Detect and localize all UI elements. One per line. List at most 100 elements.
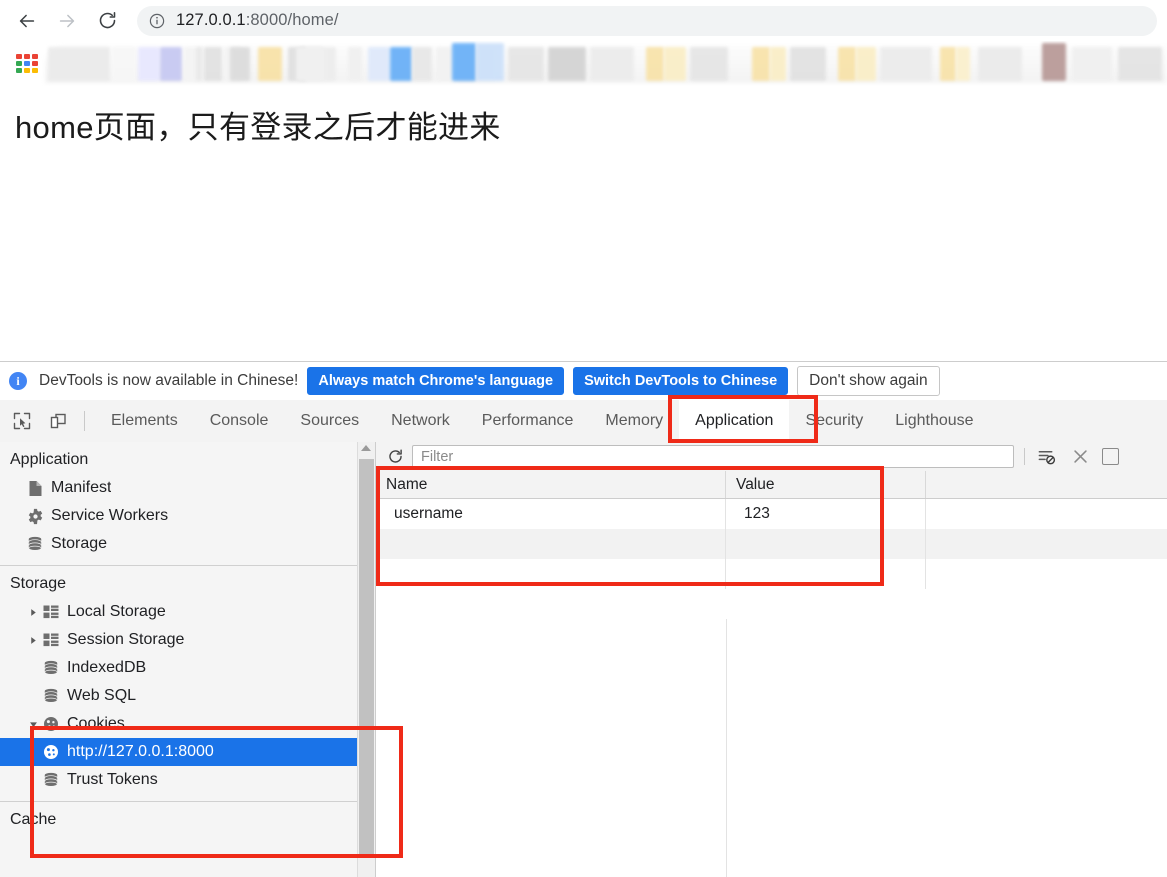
bookmark-item[interactable]: [452, 43, 476, 81]
apps-grid-icon[interactable]: [16, 54, 38, 74]
table-header-row: Name Value: [376, 471, 1167, 499]
table-row[interactable]: [376, 529, 1167, 559]
bookmark-item[interactable]: [508, 47, 544, 81]
bookmark-item[interactable]: [590, 47, 634, 81]
scroll-up-arrow-icon[interactable]: [361, 445, 371, 451]
bookmark-item[interactable]: [390, 47, 412, 81]
bookmark-item[interactable]: [690, 47, 728, 81]
sidebar-item-session-storage[interactable]: Session Storage: [0, 626, 375, 654]
bookmark-item[interactable]: [664, 47, 686, 81]
bookmark-item[interactable]: [1072, 47, 1112, 81]
close-x-icon[interactable]: [1068, 445, 1092, 469]
bookmark-item[interactable]: [48, 47, 110, 81]
inspect-element-icon[interactable]: [8, 407, 36, 435]
toggle-device-toolbar-icon[interactable]: [44, 407, 72, 435]
column-header-name[interactable]: Name: [376, 471, 726, 498]
sidebar-item-cookies[interactable]: Cookies: [0, 710, 375, 738]
bookmark-item[interactable]: [196, 47, 202, 81]
bookmark-item[interactable]: [838, 47, 856, 81]
bookmark-item[interactable]: [770, 47, 786, 81]
address-bar[interactable]: 127.0.0.1:8000/home/: [137, 5, 1157, 36]
bookmark-item[interactable]: [368, 47, 390, 81]
cell-value[interactable]: 123: [726, 499, 926, 529]
info-circle-icon[interactable]: [149, 13, 165, 29]
tab-performance[interactable]: Performance: [466, 400, 590, 442]
bookmark-item[interactable]: [646, 47, 664, 81]
sidebar-item-service-workers[interactable]: Service Workers: [0, 502, 375, 530]
cell-value[interactable]: [726, 529, 926, 559]
tab-memory[interactable]: Memory: [589, 400, 679, 442]
bookmark-item[interactable]: [956, 47, 970, 81]
bookmark-item[interactable]: [790, 47, 826, 81]
clear-filter-icon[interactable]: [1034, 445, 1058, 469]
sidebar-item-web-sql[interactable]: Web SQL: [0, 682, 375, 710]
scrollbar-thumb[interactable]: [359, 459, 374, 854]
bookmark-item[interactable]: [880, 47, 932, 81]
bookmark-item[interactable]: [940, 47, 956, 81]
bookmark-item[interactable]: [160, 47, 182, 81]
sidebar-scrollbar[interactable]: [357, 442, 375, 877]
bookmark-item[interactable]: [978, 47, 1022, 81]
browser-toolbar: 127.0.0.1:8000/home/: [0, 0, 1167, 41]
bookmark-item[interactable]: [138, 47, 160, 81]
tab-elements[interactable]: Elements: [95, 400, 194, 442]
filter-input[interactable]: Filter: [412, 445, 1014, 468]
tab-sources[interactable]: Sources: [284, 400, 375, 442]
bookmark-item[interactable]: [112, 47, 136, 81]
page-title: home页面，只有登录之后才能进来: [15, 110, 501, 145]
bookmark-item[interactable]: [856, 47, 876, 81]
tab-network[interactable]: Network: [375, 400, 466, 442]
reload-button[interactable]: [90, 4, 124, 38]
chevron-right-icon[interactable]: [26, 608, 40, 617]
only-show-issues-checkbox[interactable]: [1102, 448, 1119, 465]
filter-placeholder: Filter: [421, 448, 454, 465]
sidebar-item-local-storage[interactable]: Local Storage: [0, 598, 375, 626]
sidebar-item-label: Storage: [51, 535, 108, 552]
sidebar-item-storage[interactable]: Storage: [0, 530, 375, 558]
bookmark-item[interactable]: [412, 47, 432, 81]
forward-button[interactable]: [50, 4, 84, 38]
table-row[interactable]: username 123: [376, 499, 1167, 529]
switch-devtools-to-chinese-button[interactable]: Switch DevTools to Chinese: [573, 367, 789, 395]
tab-security[interactable]: Security: [789, 400, 879, 442]
sidebar-item-label: http://127.0.0.1:8000: [67, 743, 214, 760]
sidebar-item-label: Manifest: [51, 479, 112, 496]
document-icon: [26, 479, 44, 497]
cell-name[interactable]: username: [376, 499, 726, 529]
sidebar-item-cookie-origin[interactable]: http://127.0.0.1:8000: [0, 738, 375, 766]
cookies-toolbar: Filter: [376, 442, 1167, 472]
bookmark-item[interactable]: [296, 47, 324, 81]
gear-icon: [26, 507, 44, 525]
column-header-value[interactable]: Value: [726, 471, 926, 498]
sidebar-item-trust-tokens[interactable]: Trust Tokens: [0, 766, 375, 794]
cell-name[interactable]: [376, 529, 726, 559]
bookmark-item[interactable]: [258, 47, 282, 81]
cell-name[interactable]: [376, 559, 726, 589]
bookmark-item[interactable]: [230, 47, 250, 81]
bookmark-item[interactable]: [204, 47, 222, 81]
chevron-right-icon[interactable]: [26, 636, 40, 645]
dont-show-again-button[interactable]: Don't show again: [797, 366, 940, 396]
always-match-chrome-language-button[interactable]: Always match Chrome's language: [307, 367, 565, 395]
sidebar-item-indexeddb[interactable]: IndexedDB: [0, 654, 375, 682]
refresh-icon[interactable]: [382, 445, 408, 469]
chevron-down-icon[interactable]: [26, 720, 40, 729]
bookmark-item[interactable]: [476, 43, 504, 81]
back-button[interactable]: [10, 4, 44, 38]
browser-window: 127.0.0.1:8000/home/ home页面，只有登录之后才能进来 i…: [0, 0, 1167, 877]
sidebar-item-manifest[interactable]: Manifest: [0, 474, 375, 502]
tab-console[interactable]: Console: [194, 400, 285, 442]
bookmark-item[interactable]: [1042, 43, 1066, 81]
bookmark-item[interactable]: [548, 47, 586, 81]
toolbar-divider: [1024, 448, 1025, 465]
tab-lighthouse[interactable]: Lighthouse: [879, 400, 989, 442]
table-row[interactable]: [376, 559, 1167, 589]
bookmark-item[interactable]: [752, 47, 770, 81]
sidebar-item-label: IndexedDB: [67, 659, 147, 676]
cell-value[interactable]: [726, 559, 926, 589]
column-divider: [726, 619, 727, 877]
bookmark-item[interactable]: [1118, 47, 1162, 81]
bookmark-item[interactable]: [348, 47, 362, 81]
tab-application[interactable]: Application: [679, 400, 790, 442]
toolbar-divider: [84, 411, 85, 431]
